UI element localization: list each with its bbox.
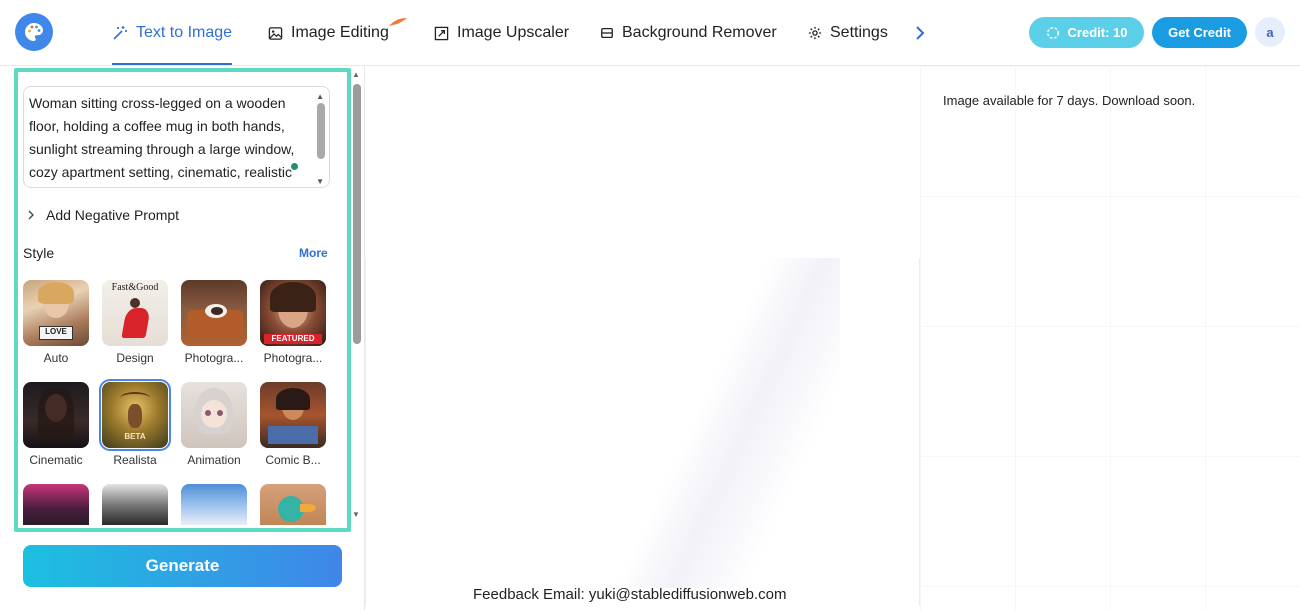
chevron-right-icon bbox=[28, 210, 34, 220]
thumb-tag: LOVE bbox=[45, 327, 67, 336]
style-card-auto[interactable]: LOVE Auto bbox=[23, 280, 91, 365]
style-card-label: Auto bbox=[43, 351, 69, 365]
chevron-right-icon bbox=[916, 26, 925, 40]
prompt-scroll-up-icon[interactable]: ▲ bbox=[316, 92, 324, 101]
style-thumb-partial[interactable] bbox=[102, 484, 168, 525]
style-heading: Style bbox=[23, 245, 55, 261]
tab-label: Settings bbox=[830, 24, 888, 41]
prompt-scrollbar[interactable] bbox=[317, 103, 325, 159]
prompt-input[interactable]: Woman sitting cross-legged on a wooden f… bbox=[23, 86, 330, 188]
app-logo[interactable] bbox=[15, 13, 53, 51]
style-card-label: Cinematic bbox=[29, 453, 83, 467]
negative-prompt-toggle[interactable]: Add Negative Prompt bbox=[27, 206, 179, 224]
style-thumb bbox=[260, 382, 326, 448]
credit-count: Credit: 10 bbox=[1067, 25, 1128, 40]
gear-icon bbox=[808, 26, 822, 40]
style-thumb bbox=[23, 382, 89, 448]
canvas-grid-background bbox=[920, 66, 1300, 610]
style-thumb: Fast&Good bbox=[102, 280, 168, 346]
tab-label: Background Remover bbox=[622, 24, 777, 41]
style-card-label: Photogra... bbox=[184, 351, 244, 365]
style-more-link[interactable]: More bbox=[299, 246, 328, 260]
style-card-design[interactable]: Fast&Good Design bbox=[102, 280, 170, 365]
style-card-label: Photogra... bbox=[263, 351, 323, 365]
image-icon bbox=[268, 26, 283, 40]
generate-button[interactable]: Generate bbox=[23, 545, 342, 587]
tab-label: Image Editing bbox=[291, 24, 389, 41]
expand-icon bbox=[434, 26, 449, 40]
style-card-cinematic[interactable]: Cinematic bbox=[23, 382, 91, 467]
prompt-scroll-down-icon[interactable]: ▼ bbox=[316, 177, 324, 186]
style-thumb-partial[interactable] bbox=[181, 484, 247, 525]
magic-wand-icon bbox=[113, 26, 127, 40]
panel-scroll-down-icon[interactable]: ▼ bbox=[352, 510, 360, 519]
style-thumb: BETA bbox=[99, 379, 171, 451]
panel-scroll-up-icon[interactable]: ▲ bbox=[352, 70, 360, 79]
status-dot bbox=[291, 163, 298, 170]
style-card-comic-book[interactable]: Comic B... bbox=[260, 382, 328, 467]
layers-icon bbox=[601, 27, 613, 39]
credit-badge[interactable]: Credit: 10 bbox=[1029, 17, 1144, 48]
style-card-animation[interactable]: Animation bbox=[181, 382, 249, 467]
hot-badge-icon bbox=[389, 18, 407, 26]
tab-label: Text to Image bbox=[136, 24, 233, 41]
loading-shimmer bbox=[620, 258, 840, 588]
nav-next-button[interactable] bbox=[910, 22, 930, 44]
style-card-photography-1[interactable]: Photogra... bbox=[181, 280, 249, 365]
style-thumb: FEATURED bbox=[260, 280, 326, 346]
tab-image-editing[interactable]: Image Editing bbox=[268, 0, 389, 66]
prompt-text[interactable]: Woman sitting cross-legged on a wooden f… bbox=[29, 92, 309, 184]
get-credit-button[interactable]: Get Credit bbox=[1152, 17, 1247, 48]
style-thumb-partial[interactable] bbox=[260, 484, 326, 525]
style-thumb bbox=[181, 382, 247, 448]
tab-text-to-image[interactable]: Text to Image bbox=[112, 0, 233, 66]
style-card-label: Design bbox=[116, 351, 154, 365]
avatar[interactable]: a bbox=[1255, 17, 1285, 47]
negative-prompt-label: Add Negative Prompt bbox=[46, 207, 180, 223]
panel-scrollbar[interactable] bbox=[353, 84, 361, 344]
style-card-label: Comic B... bbox=[265, 453, 321, 467]
style-card-photography-2[interactable]: FEATURED Photogra... bbox=[260, 280, 328, 365]
tab-image-upscaler[interactable]: Image Upscaler bbox=[434, 0, 569, 66]
tab-settings[interactable]: Settings bbox=[808, 0, 888, 66]
style-card-label: Realista bbox=[113, 453, 157, 467]
tab-background-remover[interactable]: Background Remover bbox=[600, 0, 777, 66]
style-thumb bbox=[181, 280, 247, 346]
style-card-realista[interactable]: BETA Realista bbox=[99, 379, 171, 467]
style-thumb: LOVE bbox=[23, 280, 89, 346]
credit-coin-icon bbox=[1046, 26, 1059, 39]
feedback-email: Feedback Email: yuki@stablediffusionweb.… bbox=[473, 586, 787, 603]
top-nav: Text to Image Image Editing Image Upscal… bbox=[0, 0, 1300, 66]
palette-icon bbox=[25, 23, 43, 41]
thumb-tag: Fast&Good bbox=[111, 282, 159, 293]
style-thumb-partial[interactable] bbox=[23, 484, 89, 525]
style-card-label: Animation bbox=[187, 453, 241, 467]
thumb-tag: FEATURED bbox=[264, 334, 322, 344]
thumb-tag: BETA bbox=[124, 432, 146, 441]
tab-label: Image Upscaler bbox=[457, 24, 570, 41]
availability-note: Image available for 7 days. Download soo… bbox=[943, 93, 1196, 108]
